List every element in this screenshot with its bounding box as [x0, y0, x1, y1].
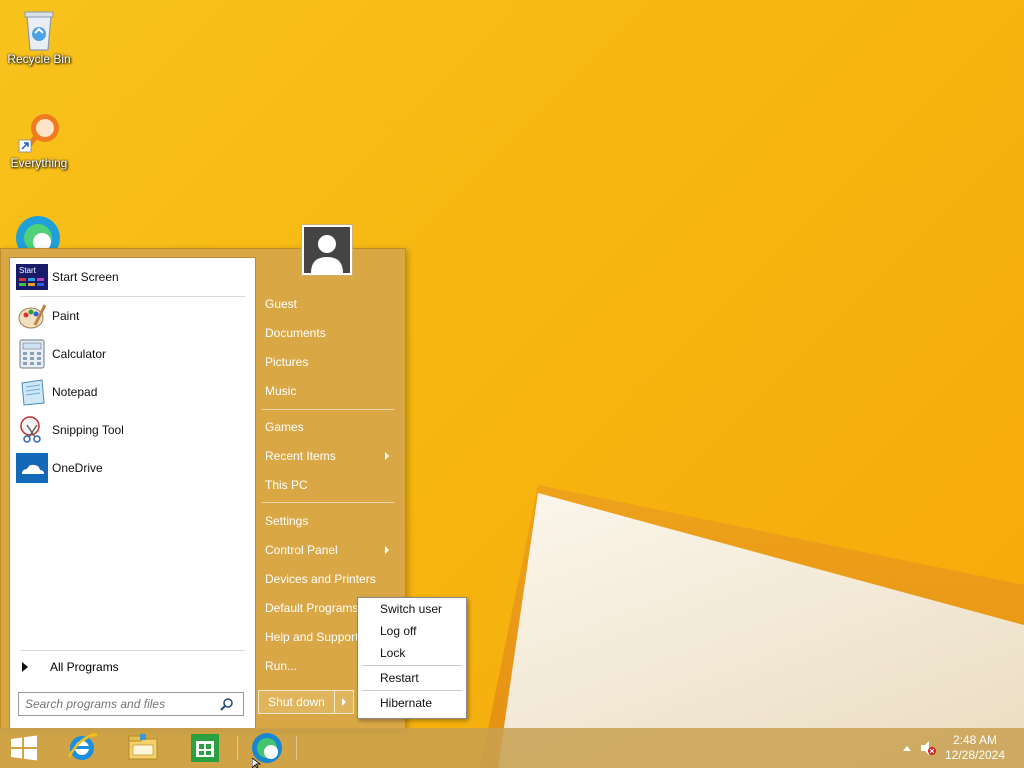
start-item-label: Calculator — [52, 347, 107, 361]
menu-item-label: Pictures — [265, 355, 309, 369]
desktop-icon-recycle-bin[interactable]: Recycle Bin — [1, 6, 77, 66]
paint-icon — [16, 300, 48, 332]
windows-logo-icon — [11, 735, 37, 761]
edge-icon — [16, 216, 60, 250]
snipping-tool-icon — [16, 414, 48, 446]
calculator-icon — [16, 338, 48, 370]
desktop-icon-edge[interactable] — [14, 214, 62, 250]
menu-item-label: Settings — [265, 514, 309, 528]
wallpaper-shape-light — [498, 493, 1024, 768]
all-programs-button[interactable]: All Programs — [10, 654, 255, 680]
desktop-icon-everything[interactable]: Everything — [1, 110, 77, 170]
menu-item-label: Guest — [265, 297, 298, 311]
shutdown-button[interactable]: Shut down — [258, 690, 354, 714]
menu-item-label: Help and Support — [265, 630, 359, 644]
menu-item-guest[interactable]: Guest — [257, 291, 395, 317]
start-item-label: Paint — [52, 309, 80, 323]
menu-item-control-panel[interactable]: Control Panel — [257, 537, 395, 563]
submenu-arrow-icon — [385, 452, 389, 460]
taskbar-edge[interactable] — [243, 728, 291, 768]
menu-item-devices-and-printers[interactable]: Devices and Printers — [257, 566, 395, 592]
power-item-lock[interactable]: Lock — [358, 642, 466, 664]
search-box[interactable] — [18, 692, 244, 716]
volume-button[interactable] — [916, 740, 940, 756]
desktop-icon-label: Recycle Bin — [7, 52, 71, 66]
clock[interactable]: 2:48 AM 12/28/2024 — [940, 733, 1010, 763]
store-icon — [191, 734, 219, 762]
show-hidden-icons-button[interactable] — [898, 744, 916, 752]
menu-item-this-pc[interactable]: This PC — [257, 472, 395, 498]
menu-item-label: Games — [265, 420, 304, 434]
menu-item-games[interactable]: Games — [257, 414, 395, 440]
start-button[interactable] — [0, 728, 48, 768]
separator — [20, 650, 245, 651]
clock-time: 2:48 AM — [952, 733, 998, 747]
system-tray: 2:48 AM 12/28/2024 — [898, 728, 1024, 768]
start-screen-icon: Start — [16, 261, 48, 293]
menu-item-label: Control Panel — [265, 543, 338, 557]
expand-arrow-icon — [22, 662, 28, 672]
everything-search-icon — [17, 110, 61, 154]
menu-item-label: Devices and Printers — [265, 572, 376, 586]
start-item-paint[interactable]: Paint — [10, 297, 255, 335]
notepad-icon — [16, 376, 48, 408]
menu-item-settings[interactable]: Settings — [257, 508, 395, 534]
taskbar: 2:48 AM 12/28/2024 — [0, 728, 1024, 768]
separator — [362, 690, 462, 691]
volume-muted-icon — [921, 741, 936, 755]
menu-item-pictures[interactable]: Pictures — [257, 349, 395, 375]
desktop-icon-label: Everything — [10, 156, 68, 170]
taskbar-internet-explorer[interactable] — [58, 728, 106, 768]
all-programs-label: All Programs — [50, 660, 119, 674]
menu-item-label: Run... — [265, 659, 298, 673]
menu-item-label: This PC — [265, 478, 308, 492]
separator — [262, 502, 394, 503]
start-item-notepad[interactable]: Notepad — [10, 373, 255, 411]
shutdown-label[interactable]: Shut down — [259, 691, 335, 713]
menu-item-label: Music — [265, 384, 297, 398]
taskbar-separator — [296, 736, 297, 760]
shutdown-options-button[interactable] — [335, 691, 353, 713]
power-item-log-off[interactable]: Log off — [358, 620, 466, 642]
taskbar-file-explorer[interactable] — [119, 728, 167, 768]
power-item-hibernate[interactable]: Hibernate — [358, 692, 466, 714]
chevron-up-icon — [903, 746, 911, 751]
user-avatar[interactable] — [301, 224, 353, 276]
mouse-cursor-icon — [252, 758, 262, 768]
search-input[interactable] — [19, 696, 217, 712]
power-item-switch-user[interactable]: Switch user — [358, 598, 466, 620]
start-menu-programs-pane: Start Start Screen Paint Calculator Note… — [9, 257, 256, 729]
start-item-snipping-tool[interactable]: Snipping Tool — [10, 411, 255, 449]
power-options-menu: Switch user Log off Lock Restart Hiberna… — [357, 597, 467, 719]
start-item-label: Snipping Tool — [52, 423, 124, 437]
chevron-right-icon — [342, 698, 346, 706]
recycle-bin-icon — [17, 6, 61, 51]
menu-item-recent-items[interactable]: Recent Items — [257, 443, 395, 469]
svg-text:Start: Start — [19, 266, 37, 275]
internet-explorer-icon — [67, 733, 98, 760]
submenu-arrow-icon — [385, 546, 389, 554]
menu-item-label: Recent Items — [265, 449, 336, 463]
menu-item-music[interactable]: Music — [257, 378, 395, 404]
taskbar-store[interactable] — [181, 728, 229, 768]
separator — [262, 409, 394, 410]
file-explorer-icon — [128, 734, 158, 760]
menu-item-label: Default Programs — [265, 601, 359, 615]
start-item-calculator[interactable]: Calculator — [10, 335, 255, 373]
separator — [362, 665, 462, 666]
taskbar-separator — [237, 736, 238, 760]
menu-item-documents[interactable]: Documents — [257, 320, 395, 346]
start-item-onedrive[interactable]: OneDrive — [10, 449, 255, 487]
onedrive-icon — [16, 452, 48, 484]
clock-date: 12/28/2024 — [944, 748, 1006, 762]
power-item-restart[interactable]: Restart — [358, 667, 466, 689]
start-item-start-screen[interactable]: Start Start Screen — [10, 258, 255, 296]
start-item-label: Start Screen — [52, 270, 119, 284]
user-silhouette-icon — [311, 235, 343, 273]
start-item-label: Notepad — [52, 385, 98, 399]
start-item-label: OneDrive — [52, 461, 103, 475]
search-icon[interactable] — [217, 694, 237, 714]
menu-item-label: Documents — [265, 326, 326, 340]
